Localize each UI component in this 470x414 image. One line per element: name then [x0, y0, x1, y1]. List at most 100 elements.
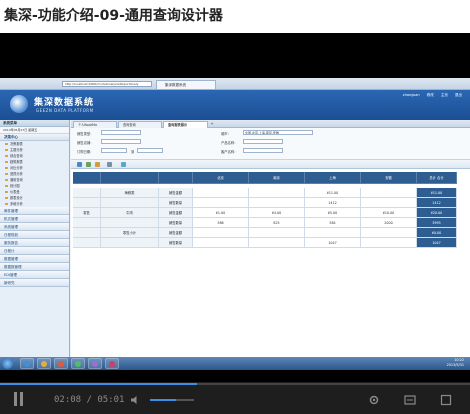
sidebar-menu[interactable]: 日程计: [0, 247, 69, 255]
danmaku-icon[interactable]: [404, 394, 416, 406]
city-input[interactable]: 全国,北京,上海,南京,安徽: [243, 130, 313, 135]
grid-value-cell: [249, 198, 305, 208]
fullscreen-icon[interactable]: [440, 394, 452, 406]
grid-dimension-cell: 牛肉: [101, 208, 159, 218]
grid-dimension-cell: 销售数量: [159, 198, 193, 208]
logo-subtitle: GEEZN DATA PLATFORM: [36, 108, 94, 113]
date-separator: 到: [131, 150, 135, 154]
tab-report-view[interactable]: 查询报表展示: [163, 121, 208, 128]
folder-icon: [41, 361, 47, 367]
taskbar-app[interactable]: [20, 358, 34, 369]
sidebar-menu[interactable]: 邮件管理: [0, 207, 69, 215]
grid-dimension-cell: 零售小计: [101, 228, 159, 238]
grid-total-cell: 1047: [417, 238, 457, 248]
add-tab-icon[interactable]: +: [209, 121, 215, 128]
windows-taskbar: 10:22 2013/5/31: [0, 357, 470, 370]
chart-icon[interactable]: [121, 162, 126, 167]
start-button-icon[interactable]: [2, 358, 13, 369]
sidebar-menu[interactable]: 数据报管理: [0, 263, 69, 271]
sidebar-menu[interactable]: 数据管理: [0, 255, 69, 263]
grid-value-cell: [361, 238, 417, 248]
grid-dimension-cell: 销售数量: [159, 218, 193, 228]
grid-dimension-cell: [101, 198, 159, 208]
filter-label: 订购日期：: [77, 150, 94, 154]
grid-header-cell[interactable]: 总计 合计: [417, 172, 457, 184]
grid-value-cell: ¥4.00: [249, 208, 305, 218]
filter-label: 客户名称：: [221, 150, 238, 154]
settings-icon[interactable]: [107, 162, 112, 167]
browser-tab[interactable]: 集深数据系统: [156, 80, 216, 89]
export-icon[interactable]: [86, 162, 91, 167]
volume-slider[interactable]: [150, 399, 194, 401]
taskbar-app[interactable]: [88, 358, 102, 369]
filter-label: 城市：: [221, 132, 231, 136]
taskbar-app[interactable]: [37, 358, 51, 369]
sidebar-menu[interactable]: 系统管理: [0, 223, 69, 231]
header-link-home[interactable]: 主页: [441, 93, 448, 97]
print-icon[interactable]: [95, 162, 100, 167]
grid-total-cell: 3995: [417, 218, 457, 228]
header-link-logout[interactable]: 退出: [455, 93, 462, 97]
taskbar-app[interactable]: [54, 358, 68, 369]
sidebar-menu[interactable]: 服务报告: [0, 239, 69, 247]
settings-gear-icon[interactable]: [368, 394, 380, 406]
video-player[interactable]: http://localhost:9000/modelAnalysis/Repo…: [0, 33, 470, 414]
grid-header-cell[interactable]: 上海: [305, 172, 361, 184]
grid-value-cell: [361, 228, 417, 238]
grid-value-cell: [249, 238, 305, 248]
grid-header-cell[interactable]: [73, 172, 101, 184]
order-date-to[interactable]: [137, 148, 163, 153]
grid-value-cell: [193, 238, 249, 248]
sidebar-item[interactable]: 多维分析: [0, 201, 69, 207]
refresh-icon[interactable]: [77, 162, 82, 167]
volume-icon[interactable]: [130, 395, 140, 405]
header-links: zhangsan 修改 主页 退出: [397, 93, 462, 98]
taskbar-clock: 10:22 2013/5/31: [447, 358, 464, 368]
order-date-from[interactable]: [101, 148, 127, 153]
sidebar-menu[interactable]: 机式管理: [0, 215, 69, 223]
browser-tab-label: 集深数据系统: [165, 83, 186, 87]
app-icon: [92, 361, 98, 367]
header-user[interactable]: zhangsan: [403, 93, 420, 97]
grid-value-cell: [361, 188, 417, 198]
product-name-input[interactable]: [243, 139, 283, 144]
sales-store-input[interactable]: [101, 139, 141, 144]
grid-header-cell[interactable]: 南京: [249, 172, 305, 184]
header-link-edit[interactable]: 修改: [427, 93, 434, 97]
sidebar-menu[interactable]: 日程规划: [0, 231, 69, 239]
grid-dimension-cell: [101, 238, 159, 248]
tab-strip: 个人BookMa 查询查询 查询报表展示 +: [71, 120, 470, 128]
grid-dimension-cell: 零售: [73, 208, 101, 218]
progress-bar[interactable]: [0, 383, 470, 385]
grid-dimension-cell: 销售金额: [159, 228, 193, 238]
customer-name-input[interactable]: [243, 148, 283, 153]
media-icon: [58, 361, 64, 367]
grid-value-cell: [361, 198, 417, 208]
sidebar-menu[interactable]: 新研究: [0, 279, 69, 287]
app-icon: [109, 361, 115, 367]
sidebar-menu[interactable]: EDI管理: [0, 271, 69, 279]
tab-bookmark[interactable]: 个人BookMa: [73, 121, 117, 128]
grid-value-cell: [305, 228, 361, 238]
app-icon: [75, 361, 81, 367]
filter-panel: 销售类型： 销售店铺： 订购日期： 到 城市： 全国,北京,上海,南京,安徽 产…: [71, 128, 470, 160]
grid-dimension-cell: 销售数量: [159, 238, 193, 248]
grid-dimension-cell: 海鲜类: [101, 188, 159, 198]
taskbar-app[interactable]: [105, 358, 119, 369]
grid-header-cell[interactable]: 安徽: [361, 172, 417, 184]
grid-header-cell[interactable]: [159, 172, 193, 184]
grid-header-cell[interactable]: 北京: [193, 172, 249, 184]
grid-value-cell: ¥11.00: [305, 188, 361, 198]
pause-icon[interactable]: [14, 392, 24, 406]
sales-type-input[interactable]: [101, 130, 141, 135]
tab-query[interactable]: 查询查询: [118, 121, 162, 128]
grid-value-cell: 1047: [305, 238, 361, 248]
video-screen: http://localhost:9000/modelAnalysis/Repo…: [0, 78, 470, 370]
grid-header-cell[interactable]: [101, 172, 159, 184]
filter-label: 销售店铺：: [77, 141, 94, 145]
sidebar-section-decision[interactable]: 决策中心: [0, 134, 69, 141]
grid-total-cell: ¥11.00: [417, 188, 457, 198]
address-bar[interactable]: http://localhost:9000/modelAnalysis/Repo…: [62, 81, 152, 87]
app-header: 集深数据系统 GEEZN DATA PLATFORM zhangsan 修改 主…: [0, 90, 470, 120]
taskbar-app[interactable]: [71, 358, 85, 369]
